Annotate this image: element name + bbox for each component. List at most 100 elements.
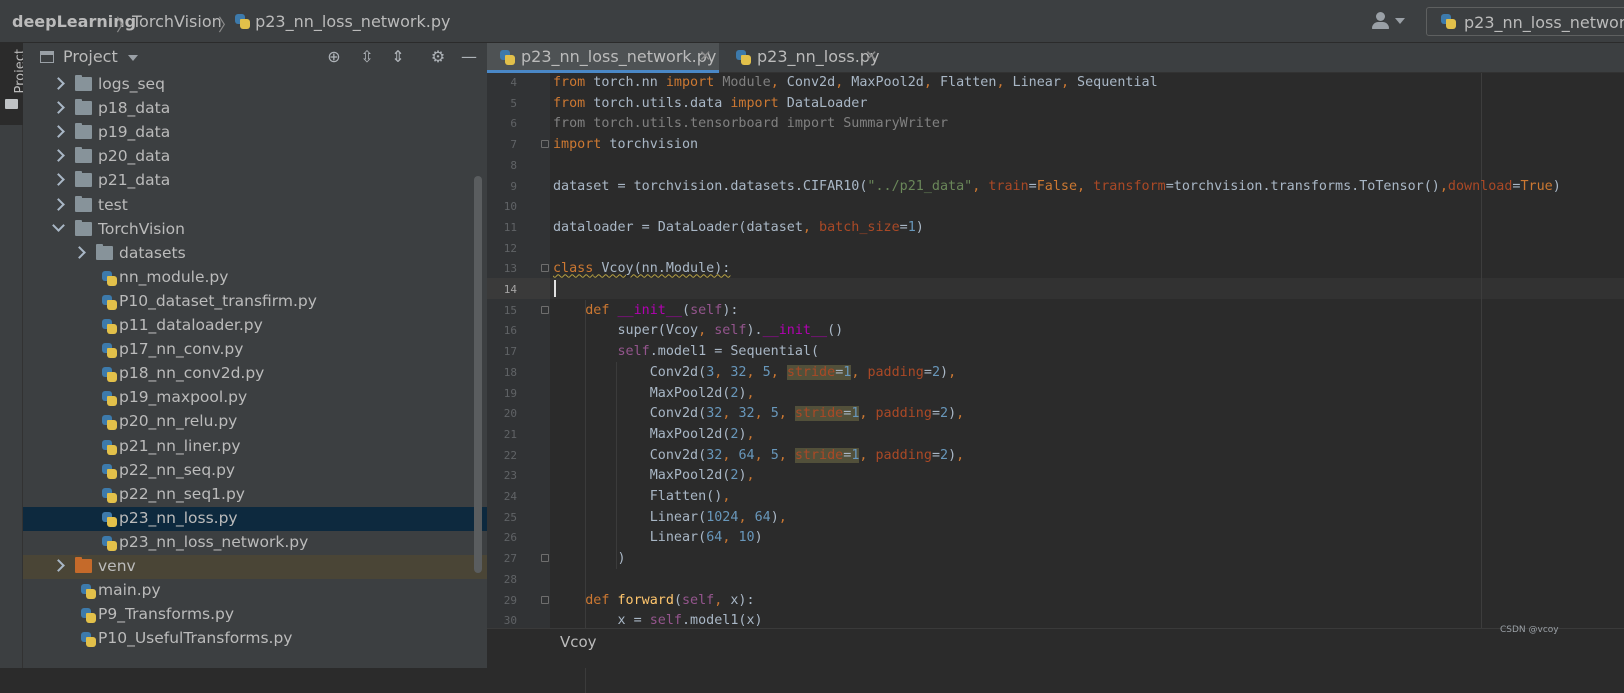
line-number: 16 (503, 324, 517, 338)
project-tool-button[interactable]: Project (0, 43, 28, 125)
tree-item[interactable]: p17_nn_conv.py (23, 338, 510, 362)
code-line[interactable]: def __init__(self): (553, 300, 738, 321)
chevron-right-icon[interactable] (52, 197, 65, 211)
chevron-right-icon[interactable] (52, 125, 65, 139)
tree-item[interactable]: venv (23, 555, 510, 579)
code-line[interactable]: MaxPool2d(2), (553, 465, 755, 486)
tab-p23-nn-loss[interactable]: p23_nn_loss.py ✕ (723, 43, 883, 73)
tree-item[interactable]: p23_nn_loss_network.py (23, 531, 510, 555)
tree-item[interactable]: datasets (23, 242, 510, 266)
tab-label: p23_nn_loss.py (757, 47, 880, 66)
fold-marker-icon[interactable] (541, 264, 549, 273)
folder-icon (75, 219, 92, 236)
tree-item-label: datasets (119, 243, 186, 262)
tree-item-label: p21_nn_liner.py (119, 436, 241, 455)
project-panel-title[interactable]: Project (63, 47, 118, 66)
tree-item[interactable]: p21_nn_liner.py (23, 435, 510, 459)
code-line[interactable]: from torch.utils.data import DataLoader (553, 93, 867, 114)
tree-item[interactable]: main.py (23, 579, 510, 603)
tree-item[interactable]: p22_nn_seq1.py (23, 483, 510, 507)
code-line[interactable]: from torch.utils.tensorboard import Summ… (553, 113, 948, 134)
run-configuration-select[interactable]: p23_nn_loss_network (1426, 7, 1624, 36)
line-number: 8 (510, 158, 517, 172)
tree-item[interactable]: p20_nn_relu.py (23, 410, 510, 434)
close-icon[interactable]: ✕ (865, 47, 878, 65)
line-number: 25 (503, 510, 517, 524)
code-line[interactable]: Linear(1024, 64), (553, 507, 787, 528)
minimize-icon[interactable]: — (460, 48, 478, 66)
editor-breadcrumb-class[interactable]: Vcoy (560, 633, 597, 651)
collapse-all-icon[interactable]: ⇕ (389, 48, 407, 66)
tree-item[interactable]: p19_maxpool.py (23, 386, 510, 410)
chevron-right-icon[interactable] (52, 149, 65, 163)
tree-item[interactable]: p11_dataloader.py (23, 314, 510, 338)
tree-item[interactable]: nn_module.py (23, 266, 510, 290)
tree-item[interactable]: logs_seq (23, 73, 510, 97)
tree-item[interactable]: p18_nn_conv2d.py (23, 362, 510, 386)
right-margin-guide (1481, 73, 1482, 628)
tree-item[interactable]: p23_nn_loss.py (23, 506, 510, 531)
python-file-icon (102, 319, 117, 334)
code-line[interactable]: MaxPool2d(2), (553, 424, 755, 445)
line-number: 27 (503, 552, 517, 566)
line-number: 20 (503, 407, 517, 421)
line-number: 12 (503, 241, 517, 255)
line-number: 9 (510, 179, 517, 193)
chevron-down-icon[interactable] (128, 55, 138, 61)
chevron-down-icon[interactable] (1395, 18, 1405, 24)
fold-marker-icon[interactable] (541, 554, 549, 563)
code-line[interactable]: super(Vcoy, self).__init__() (553, 320, 843, 341)
tree-item-label: test (98, 195, 128, 214)
code-line[interactable]: dataloader = DataLoader(dataset, batch_s… (553, 217, 924, 238)
code-line[interactable]: Conv2d(32, 64, 5, stride=1, padding=2), (553, 445, 964, 466)
tree-item[interactable]: p21_data (23, 169, 510, 193)
gear-icon[interactable]: ⚙ (429, 48, 447, 66)
editor-breadcrumb-bar (487, 628, 1624, 668)
tree-item[interactable]: TorchVision (23, 218, 510, 242)
fold-marker-icon[interactable] (541, 305, 549, 314)
chevron-right-icon[interactable] (52, 101, 65, 114)
code-line[interactable]: from torch.nn import Module, Conv2d, Max… (553, 72, 1158, 93)
code-line[interactable]: Conv2d(3, 32, 5, stride=1, padding=2), (553, 362, 956, 383)
locate-file-icon[interactable]: ⊕ (325, 48, 343, 66)
line-number: 23 (503, 469, 517, 483)
close-icon[interactable]: ✕ (699, 47, 712, 65)
tree-item[interactable]: p18_data (23, 97, 510, 121)
code-line[interactable]: self.model1 = Sequential( (553, 341, 820, 362)
breadcrumb-file[interactable]: p23_nn_loss_network.py (235, 12, 450, 31)
tree-item[interactable]: p19_data (23, 121, 510, 145)
project-panel: Project ⊕ ⇳ ⇕ ⚙ — logs_seq p18_data p19_da… (23, 43, 510, 668)
tab-p23-nn-loss-network[interactable]: p23_nn_loss_network.py ✕ (487, 43, 719, 73)
user-icon[interactable] (1372, 12, 1390, 30)
chevron-right-icon[interactable] (52, 559, 65, 572)
chevron-down-icon[interactable] (52, 218, 65, 232)
code-line[interactable]: ) (553, 548, 625, 569)
tree-item[interactable]: P10_dataset_transfirm.py (23, 290, 510, 314)
folder-icon (75, 195, 92, 212)
fold-marker-icon[interactable] (541, 595, 549, 604)
tree-item[interactable]: test (23, 194, 510, 218)
code-line[interactable]: Conv2d(32, 32, 5, stride=1, padding=2), (553, 403, 964, 424)
code-line[interactable]: Flatten(), (553, 486, 731, 507)
chevron-right-icon[interactable] (52, 173, 65, 187)
python-file-icon (102, 415, 117, 431)
tree-item[interactable]: P9_Transforms.py (23, 603, 510, 627)
tree-item[interactable]: p20_data (23, 145, 510, 169)
chevron-right-icon[interactable] (52, 77, 65, 90)
line-number: 15 (503, 303, 517, 317)
line-number: 17 (503, 345, 517, 359)
code-line[interactable]: def forward(self, x): (553, 590, 754, 611)
tree-item[interactable]: p22_nn_seq.py (23, 459, 510, 483)
code-line[interactable]: import torchvision (553, 134, 698, 155)
breadcrumb-folder[interactable]: TorchVision (132, 12, 222, 31)
code-line[interactable]: dataset = torchvision.datasets.CIFAR10("… (553, 176, 1561, 197)
code-line[interactable]: class Vcoy(nn.Module): (553, 258, 730, 279)
chevron-right-icon[interactable] (73, 245, 86, 259)
project-tree-scrollbar[interactable] (474, 176, 482, 573)
tree-item-label: p23_nn_loss.py (119, 508, 238, 527)
code-line[interactable]: MaxPool2d(2), (553, 383, 755, 404)
tree-item[interactable]: P10_UsefulTransforms.py (23, 627, 510, 651)
fold-marker-icon[interactable] (541, 140, 549, 149)
folder-icon (75, 99, 92, 116)
expand-all-icon[interactable]: ⇳ (358, 48, 376, 66)
